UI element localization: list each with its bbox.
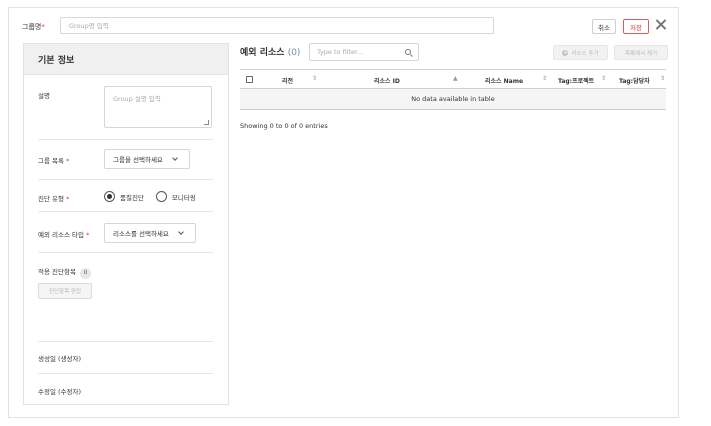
close-icon[interactable]: [654, 17, 668, 33]
table-empty-row: No data available in table: [240, 89, 666, 110]
exception-resource-type-label: 예외 리소스 타입 *: [38, 231, 90, 239]
exception-resource-type-select[interactable]: 리소스를 선택하세요: [104, 223, 196, 243]
column-resource-id[interactable]: 리소스 ID: [374, 76, 400, 85]
modified-label: 수정일 (수정자): [38, 388, 82, 396]
required-mark: *: [41, 23, 45, 31]
sort-icon[interactable]: ⇕: [601, 75, 606, 82]
add-resource-label: 리소스 추가: [571, 50, 599, 57]
filter-placeholder: Type to filter...: [317, 48, 364, 56]
radio-quality-diagnosis[interactable]: [104, 191, 115, 202]
exception-resource-type-value: 리소스를 선택하세요: [113, 230, 169, 238]
column-resource-name[interactable]: 리소스 Name: [485, 76, 523, 85]
sort-icon[interactable]: ⇕: [660, 75, 665, 82]
divider: [38, 211, 213, 212]
plus-icon: +: [562, 49, 569, 56]
exception-resources-count: (0): [287, 48, 301, 58]
remove-from-list-button[interactable]: 목록에서 제거: [614, 45, 668, 60]
basic-info-title: 기본 정보: [24, 44, 228, 75]
description-label: 설명: [38, 92, 50, 100]
diagnosis-type-label: 진단 유형 *: [38, 195, 70, 203]
divider: [38, 373, 213, 374]
column-tag-project[interactable]: Tag:프로젝트: [558, 76, 594, 85]
description-placeholder: Group 설명 입력: [113, 95, 161, 103]
cancel-button[interactable]: 취소: [592, 19, 616, 34]
group-list-label: 그룹 목록 *: [38, 157, 70, 165]
basic-info-panel: 기본 정보 설명 Group 설명 입력 그룹 목록 * 그룹을 선택하세요 진…: [23, 43, 229, 405]
radio-monitoring[interactable]: [155, 191, 167, 202]
divider: [38, 252, 213, 253]
radio-quality-label: 품질진단: [120, 193, 144, 202]
divider: [38, 179, 213, 180]
edit-items-button[interactable]: 진단항목 편집: [38, 283, 92, 299]
chevron-down-icon: [172, 155, 178, 161]
sort-asc-icon[interactable]: ▲: [453, 75, 458, 82]
add-resource-button[interactable]: + 리소스 추가: [553, 45, 608, 60]
filter-input[interactable]: Type to filter...: [309, 43, 419, 61]
resize-handle-icon[interactable]: [204, 120, 209, 125]
applied-items-count-badge: 0: [79, 267, 91, 279]
table-header: 리전 ⇕ 리소스 ID ▲ 리소스 Name ⇕ Tag:프로젝트 ⇕ Tag:…: [240, 69, 666, 89]
column-tag-owner[interactable]: Tag:담당자: [619, 76, 650, 85]
radio-monitoring-label: 모니터링: [171, 193, 196, 202]
sort-icon[interactable]: ⇕: [312, 75, 317, 82]
created-label: 생성일 (생성자): [38, 355, 82, 363]
group-list-select[interactable]: 그룹을 선택하세요: [104, 149, 190, 169]
search-icon: [405, 49, 411, 55]
description-textarea[interactable]: Group 설명 입력: [104, 86, 212, 128]
divider: [38, 341, 213, 342]
applied-items-label: 적용 진단항목 0: [38, 266, 91, 279]
divider: [38, 139, 213, 140]
diagnosis-type-radio-group: 품질진단 모니터링: [104, 191, 208, 202]
table-info: Showing 0 to 0 of 0 entries: [240, 122, 328, 130]
group-list-value: 그룹을 선택하세요: [113, 156, 163, 164]
chevron-down-icon: [178, 229, 184, 235]
column-region[interactable]: 리전: [282, 76, 293, 85]
exception-resources-title: 예외 리소스 (0): [240, 48, 301, 58]
group-name-label: 그룹명*: [22, 23, 45, 31]
save-button[interactable]: 저장: [623, 19, 649, 34]
select-all-checkbox[interactable]: [246, 76, 253, 83]
sort-icon[interactable]: ⇕: [542, 75, 547, 82]
group-name-input[interactable]: [60, 17, 494, 34]
